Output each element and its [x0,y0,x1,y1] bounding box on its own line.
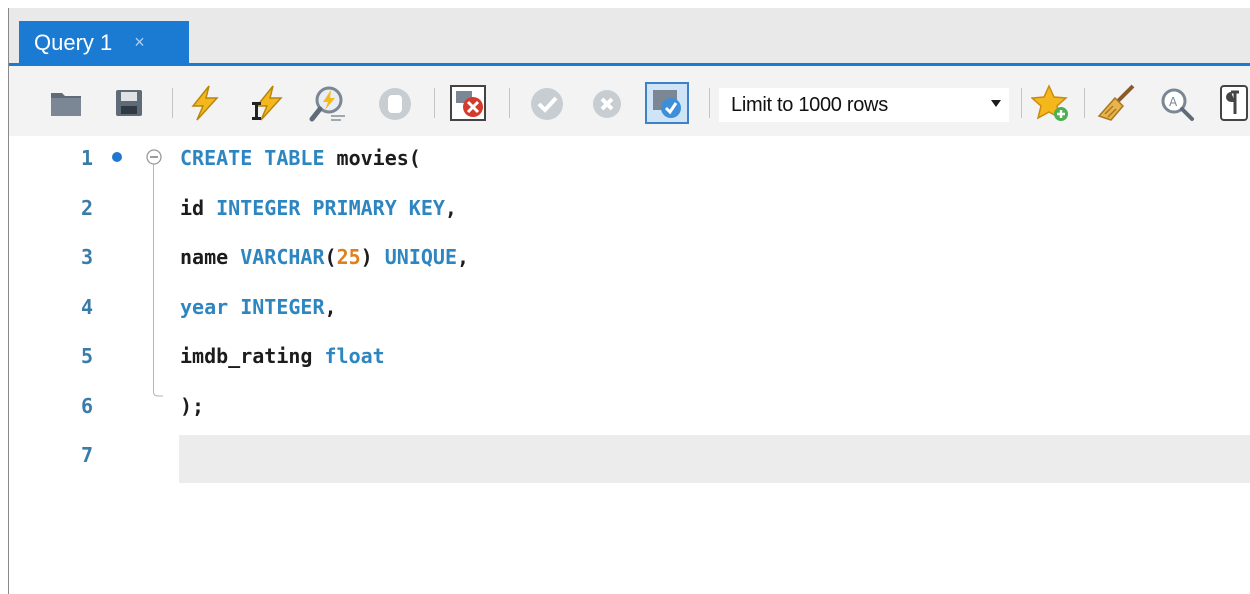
toolbar-separator [1021,88,1022,118]
statement-marker-icon[interactable] [112,152,122,162]
code-text: CREATE TABLE movies( [180,146,421,170]
sql-keyword: CREATE TABLE [180,146,325,170]
line-number: 2 [80,195,93,220]
sql-keyword: INTEGER [240,294,325,319]
beautify-icon[interactable] [1097,84,1137,122]
stop-icon[interactable] [377,86,413,122]
sql-number: 25 [336,245,361,269]
toolbar-separator [172,88,173,118]
sql-keyword: float [324,344,385,368]
tab-close-icon[interactable]: × [134,32,145,53]
code-line[interactable]: 6); [9,383,1250,432]
explain-icon[interactable] [309,84,349,124]
find-icon[interactable]: A [1159,86,1195,122]
sql-keyword: VARCHAR [240,245,325,269]
code-text: name VARCHAR(25) UNIQUE, [180,245,469,269]
sql-toolbar: Limit to 1000 rows A [9,66,1250,136]
fold-end-marker [153,383,163,396]
limit-rows-select[interactable]: Limit to 1000 rows [719,88,1009,122]
line-number: 3 [80,245,93,269]
sql-keyword: INTEGER PRIMARY KEY [216,195,445,220]
query-editor-panel: Query 1 × Limit to 1000 rows A 1 CREATE … [8,8,1250,594]
code-text: ); [180,394,204,418]
sql-editor[interactable]: 1 CREATE TABLE movies( 2 id INTEGER PRIMARY… [9,136,1250,594]
code-line[interactable]: 7 [9,433,1250,481]
toolbar-separator [509,88,510,118]
sql-token: id [180,195,217,220]
fold-toggle-icon[interactable] [146,149,162,165]
code-line[interactable]: 4 year INTEGER, [9,285,1250,333]
line-number: 7 [80,443,93,467]
sql-token: ( [324,245,337,269]
sql-token: , [324,294,337,319]
limit-rows-value: Limit to 1000 rows [731,94,888,116]
line-number: 4 [80,294,93,319]
commit-icon[interactable] [529,86,565,122]
sql-keyword: UNIQUE [384,245,457,269]
code-text: imdb_rating float [180,344,385,368]
code-text: id INTEGER PRIMARY KEY, [180,196,457,220]
line-number: 5 [80,344,93,368]
rollback-icon[interactable] [591,88,623,120]
toggle-error-stop-icon[interactable] [449,84,487,122]
sql-token: movies( [324,146,421,170]
fold-guide-line [153,163,154,385]
sql-token: imdb_rating [180,344,325,368]
invisibles-icon[interactable] [1217,84,1250,122]
sql-token: name [180,245,241,269]
tab-query-1[interactable]: Query 1 × [19,21,189,64]
autocommit-icon[interactable] [645,82,689,124]
open-folder-icon[interactable] [49,88,83,118]
tab-label: Query 1 [34,29,113,55]
sql-keyword: year [180,294,229,319]
toolbar-separator [1084,88,1085,118]
code-line[interactable]: 5 imdb_rating float [9,334,1250,382]
chevron-down-icon[interactable] [991,100,1001,107]
save-icon[interactable] [114,88,144,118]
toolbar-separator [434,88,435,118]
line-number: 6 [80,393,93,418]
sql-token: ) [360,245,385,269]
sql-token: ); [180,393,205,418]
code-line[interactable]: 1 CREATE TABLE movies( [9,136,1250,184]
add-snippet-icon[interactable] [1031,84,1071,122]
code-text: year INTEGER, [180,295,337,319]
code-line[interactable]: 2 id INTEGER PRIMARY KEY, [9,186,1250,234]
line-number: 1 [80,146,93,170]
tab-bar: Query 1 × [9,8,1250,66]
execute-current-icon[interactable] [249,84,285,122]
toolbar-separator [709,88,710,118]
execute-icon[interactable] [187,84,223,122]
sql-token: , [444,195,457,220]
sql-token: , [457,245,470,269]
code-line[interactable]: 3 name VARCHAR(25) UNIQUE, [9,235,1250,283]
svg-text:A: A [1169,95,1178,109]
